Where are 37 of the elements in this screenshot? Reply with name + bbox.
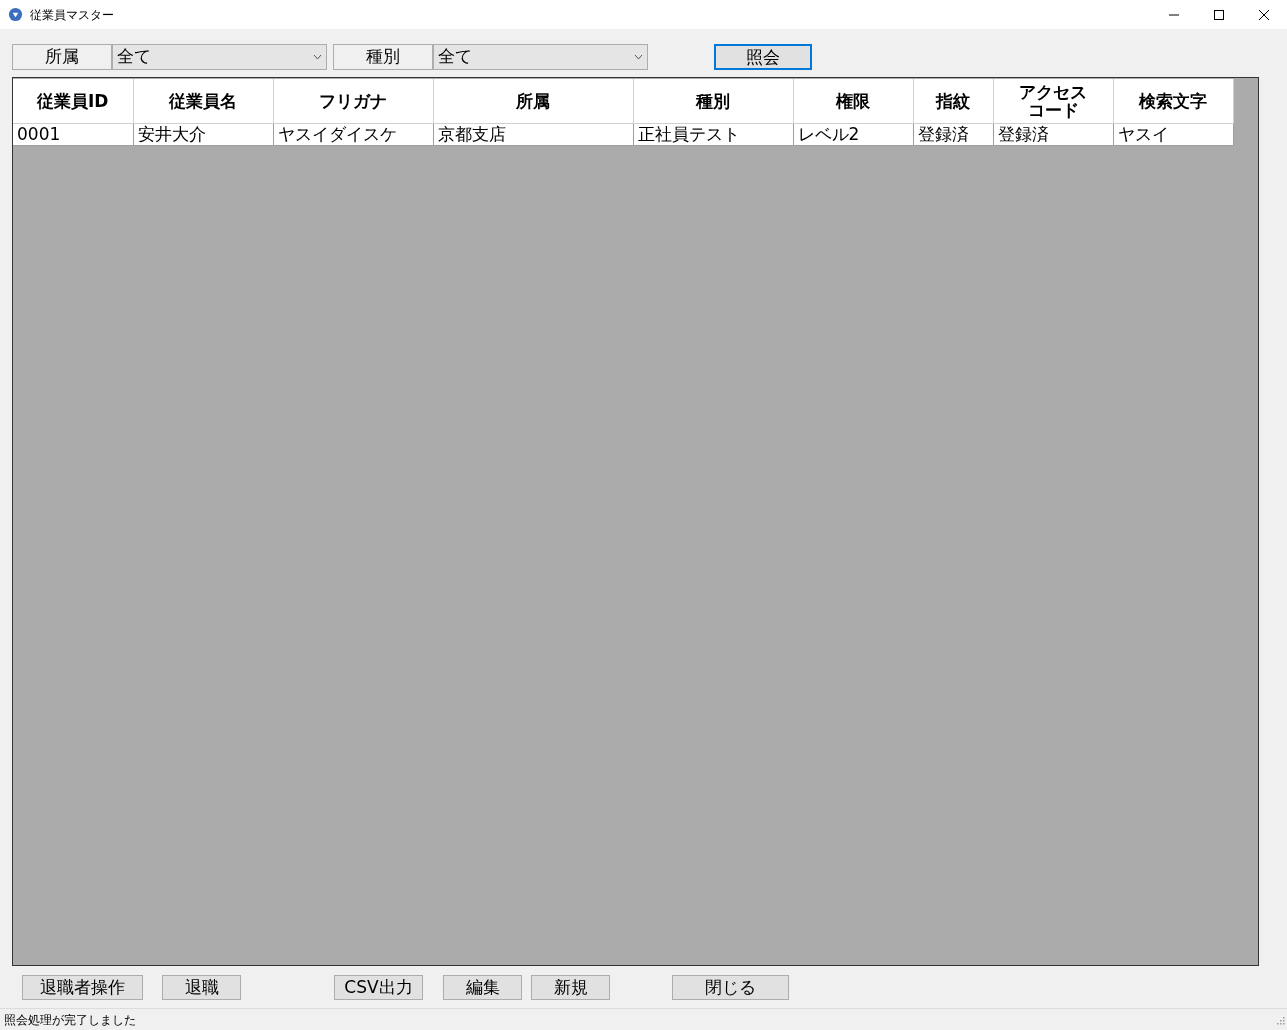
filter-label: 所属 (12, 44, 112, 70)
table-cell: 京都支店 (433, 123, 633, 145)
action-button[interactable]: 新規 (531, 975, 610, 1000)
column-header[interactable]: 指紋 (936, 91, 970, 110)
column-header[interactable]: フリガナ (319, 91, 387, 110)
column-header[interactable]: 権限 (836, 91, 870, 110)
column-header[interactable]: 種別 (696, 91, 730, 110)
action-button[interactable]: 退職 (162, 975, 241, 1000)
column-header[interactable]: アクセスコード (1013, 82, 1093, 119)
close-icon[interactable] (1258, 8, 1270, 21)
action-button[interactable]: 編集 (443, 975, 522, 1000)
column-header[interactable]: 従業員名 (169, 91, 237, 110)
table-cell: ヤスイ (1113, 123, 1233, 145)
table-cell: 安井大介 (133, 123, 273, 145)
action-button[interactable]: 退職者操作 (22, 975, 143, 1000)
window-title: 従業員マスター (30, 6, 114, 24)
status-text: 照会処理が完了しました (4, 1011, 136, 1029)
filter-dropdown[interactable]: 全て (112, 44, 327, 70)
table-cell: 登録済 (913, 123, 993, 145)
column-header[interactable]: 所属 (516, 91, 550, 110)
table-cell: ヤスイダイスケ (273, 123, 433, 145)
table-cell: レベル2 (793, 123, 913, 145)
action-button[interactable]: 閉じる (672, 975, 789, 1000)
chevron-down-icon (634, 54, 643, 60)
maximize-icon[interactable] (1213, 8, 1225, 21)
query-button[interactable]: 照会 (714, 44, 812, 70)
column-header[interactable]: 検索文字 (1139, 91, 1207, 110)
chevron-down-icon (313, 54, 322, 60)
filter-label: 種別 (333, 44, 433, 70)
action-button[interactable]: CSV出力 (334, 975, 423, 1000)
table-cell: 0001 (13, 123, 133, 145)
app-icon (8, 7, 23, 22)
table-cell: 登録済 (993, 123, 1113, 145)
resize-grip-icon[interactable] (1275, 1014, 1285, 1025)
filter-dropdown[interactable]: 全て (433, 44, 648, 70)
table-cell: 正社員テスト (633, 123, 793, 145)
column-header[interactable]: 従業員ID (37, 91, 109, 110)
